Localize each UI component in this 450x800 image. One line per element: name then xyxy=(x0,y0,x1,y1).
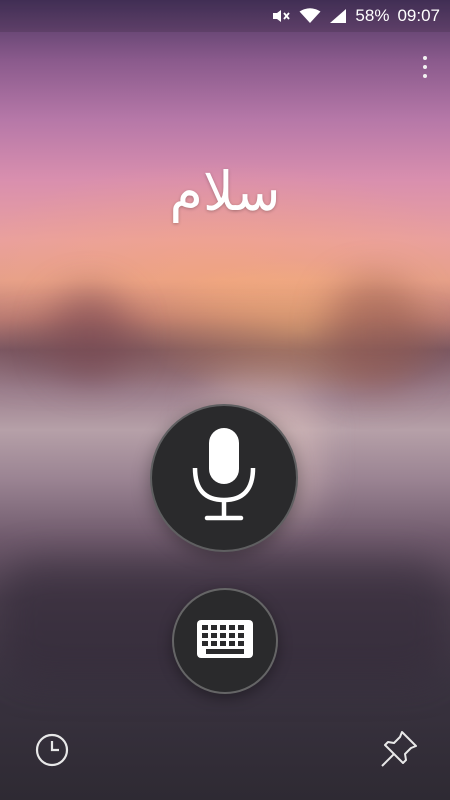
app-screen: 58% 09:07 سلام xyxy=(0,0,450,800)
clock-time: 09:07 xyxy=(397,6,440,25)
microphone-icon xyxy=(189,426,259,530)
wifi-icon xyxy=(299,8,321,24)
overflow-dot xyxy=(423,56,427,60)
history-button[interactable] xyxy=(34,732,70,768)
pin-button[interactable] xyxy=(378,728,420,770)
pin-icon xyxy=(378,731,420,774)
more-vert-icon[interactable] xyxy=(418,52,432,82)
background-blur-bridge xyxy=(0,330,450,370)
status-bar: 58% 09:07 xyxy=(0,0,450,32)
keyboard-button[interactable] xyxy=(172,588,278,694)
overflow-dot xyxy=(423,65,427,69)
clock-icon xyxy=(34,733,70,772)
overflow-dot xyxy=(423,74,427,78)
translated-phrase: سلام xyxy=(169,160,281,223)
battery-percent: 58% xyxy=(355,6,390,25)
microphone-button[interactable] xyxy=(150,404,298,552)
keyboard-icon xyxy=(196,619,254,663)
mute-icon xyxy=(271,8,291,24)
cell-signal-icon xyxy=(329,8,347,24)
